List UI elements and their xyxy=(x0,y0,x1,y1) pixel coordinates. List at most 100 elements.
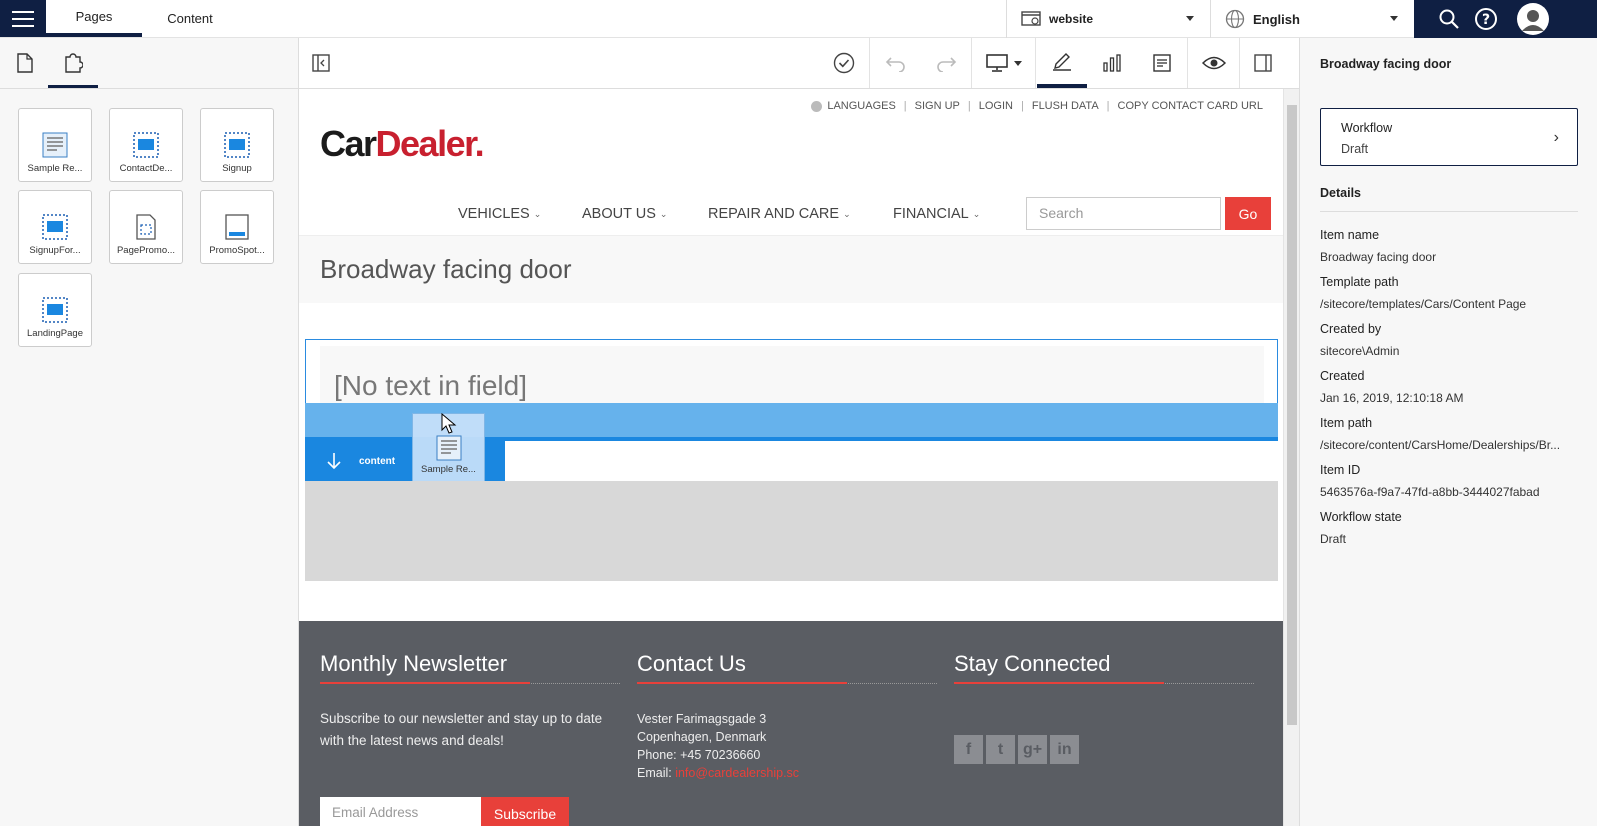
arrow-down-icon xyxy=(327,452,341,470)
components-panel: Sample Re... ContactDe... Signup SignupFor.… xyxy=(0,38,299,826)
component-label: Sample Re... xyxy=(27,163,83,174)
link-sign-up[interactable]: SIGN UP xyxy=(915,100,960,112)
placeholder-icon xyxy=(132,131,160,159)
google-plus-icon[interactable]: g+ xyxy=(1018,735,1047,764)
site-search-input[interactable]: Search xyxy=(1026,197,1221,230)
page-icon[interactable] xyxy=(0,38,50,88)
nav-vehicles[interactable]: VEHICLES ⌄ xyxy=(458,206,541,222)
page-details-icon[interactable] xyxy=(1137,38,1187,88)
scrollbar-thumb[interactable] xyxy=(1287,105,1297,725)
subscribe-button[interactable]: Subscribe xyxy=(481,797,569,826)
puzzle-icon[interactable] xyxy=(48,38,98,88)
language-selector-label: English xyxy=(1253,11,1300,27)
detail-value: /sitecore/content/CarsHome/Dealerships/B… xyxy=(1320,438,1561,452)
tab-pages[interactable]: Pages xyxy=(46,0,142,37)
newsletter-text: Subscribe to our newsletter and stay up … xyxy=(320,711,603,748)
newsletter-email-input[interactable]: Email Address xyxy=(320,797,481,826)
search-icon[interactable] xyxy=(1437,7,1461,31)
link-copy-contact-card-url[interactable]: COPY CONTACT CARD URL xyxy=(1118,100,1263,112)
desktop-icon xyxy=(986,54,1008,72)
device-selector[interactable] xyxy=(973,38,1035,88)
analytics-icon[interactable] xyxy=(1087,38,1137,88)
contact-title: Contact Us xyxy=(637,651,937,684)
workflow-label: Workflow xyxy=(1341,121,1393,135)
component-label: Signup xyxy=(222,163,252,174)
utility-links: LANGUAGES | SIGN UP | LOGIN | FLUSH DATA… xyxy=(811,100,1263,112)
collapse-left-panel-icon[interactable] xyxy=(299,38,343,88)
hamburger-menu-icon[interactable] xyxy=(0,0,46,37)
mouse-cursor-icon xyxy=(441,413,457,435)
detail-label: Created by xyxy=(1320,322,1382,336)
chevron-down-icon xyxy=(1186,16,1194,21)
globe-icon xyxy=(811,100,823,112)
panel-title: Broadway facing door xyxy=(1320,57,1452,71)
detail-value: 5463576a-f9a7-47fd-a8bb-3444027fabad xyxy=(1320,485,1540,499)
contact-email-link[interactable]: info@cardealership.sc xyxy=(675,766,799,780)
link-languages[interactable]: LANGUAGES xyxy=(827,100,895,112)
link-login[interactable]: LOGIN xyxy=(979,100,1013,112)
detail-value: /sitecore/templates/Cars/Content Page xyxy=(1320,297,1527,311)
placeholder-icon xyxy=(41,296,69,324)
component-label: ContactDe... xyxy=(119,163,173,174)
page-promo-icon xyxy=(132,213,160,241)
component-tile[interactable]: PromoSpot... xyxy=(200,190,274,264)
chevron-down-icon: ⌄ xyxy=(533,208,542,219)
site-selector-label: website xyxy=(1049,12,1094,26)
empty-field-text[interactable]: [No text in field] xyxy=(334,370,527,402)
help-icon[interactable]: ? xyxy=(1474,7,1498,31)
tab-content[interactable]: Content xyxy=(142,0,238,37)
component-label: PromoSpot... xyxy=(209,245,265,256)
detail-value: Broadway facing door xyxy=(1320,250,1437,264)
logo[interactable]: CarDealer. xyxy=(320,123,485,165)
nav-about-us[interactable]: ABOUT US ⌄ xyxy=(582,206,667,222)
left-panel-tabs xyxy=(0,38,298,89)
newsletter-title: Monthly Newsletter xyxy=(320,651,620,684)
empty-placeholder-area[interactable] xyxy=(305,481,1278,581)
workflow-value: Draft xyxy=(1341,142,1369,156)
preview-eye-icon[interactable] xyxy=(1189,38,1239,88)
workflow-button[interactable]: Workflow Draft › xyxy=(1320,108,1578,166)
component-tile[interactable]: ContactDe... xyxy=(109,108,183,182)
collapse-right-panel-icon[interactable] xyxy=(1241,38,1285,88)
link-flush-data[interactable]: FLUSH DATA xyxy=(1032,100,1099,112)
nav-financial[interactable]: FINANCIAL ⌄ xyxy=(893,206,980,222)
redo-icon[interactable] xyxy=(921,38,971,88)
language-selector[interactable]: English xyxy=(1210,0,1414,38)
component-tile[interactable]: SignupFor... xyxy=(18,190,92,264)
undo-icon[interactable] xyxy=(871,38,921,88)
chevron-right-icon: › xyxy=(1553,129,1559,146)
newsletter-section: Monthly Newsletter Subscribe to our news… xyxy=(320,651,620,826)
dragged-component-label: Sample Re... xyxy=(421,464,476,475)
detail-label: Item path xyxy=(1320,416,1373,430)
facebook-icon[interactable]: f xyxy=(954,735,983,764)
component-tile[interactable]: PagePromo... xyxy=(109,190,183,264)
globe-icon xyxy=(1225,9,1245,29)
site-selector[interactable]: website xyxy=(1006,0,1210,38)
page-preview: LANGUAGES | SIGN UP | LOGIN | FLUSH DATA… xyxy=(299,89,1283,826)
chevron-down-icon: ⌄ xyxy=(843,208,851,219)
preview-scrollbar[interactable] xyxy=(1283,89,1299,826)
avatar[interactable] xyxy=(1517,3,1549,35)
twitter-icon[interactable]: t xyxy=(986,735,1015,764)
linkedin-icon[interactable]: in xyxy=(1050,735,1079,764)
component-tile[interactable]: Sample Re... xyxy=(18,108,92,182)
component-tile[interactable]: Signup xyxy=(200,108,274,182)
go-button[interactable]: Go xyxy=(1225,197,1271,230)
edit-pencil-icon[interactable] xyxy=(1037,38,1087,88)
component-label: SignupFor... xyxy=(29,245,81,256)
check-icon[interactable] xyxy=(819,38,869,88)
component-label: PagePromo... xyxy=(116,245,176,256)
chevron-down-icon xyxy=(1390,16,1398,21)
nav-repair-and-care[interactable]: REPAIR AND CARE ⌄ xyxy=(708,206,851,222)
contact-section: Contact Us Vester Farimagsgade 3 Copenha… xyxy=(637,651,937,782)
placeholder-icon xyxy=(41,213,69,241)
page-title[interactable]: Broadway facing door xyxy=(320,254,571,285)
chevron-down-icon: ⌄ xyxy=(659,208,668,219)
detail-label: Created xyxy=(1320,369,1365,383)
text-field[interactable]: [No text in field] xyxy=(320,346,1264,404)
placeholder-icon xyxy=(223,131,251,159)
promo-spot-icon xyxy=(223,213,251,241)
placeholder-label: content xyxy=(359,455,396,467)
details-heading: Details xyxy=(1320,186,1578,212)
component-tile[interactable]: LandingPage xyxy=(18,273,92,347)
